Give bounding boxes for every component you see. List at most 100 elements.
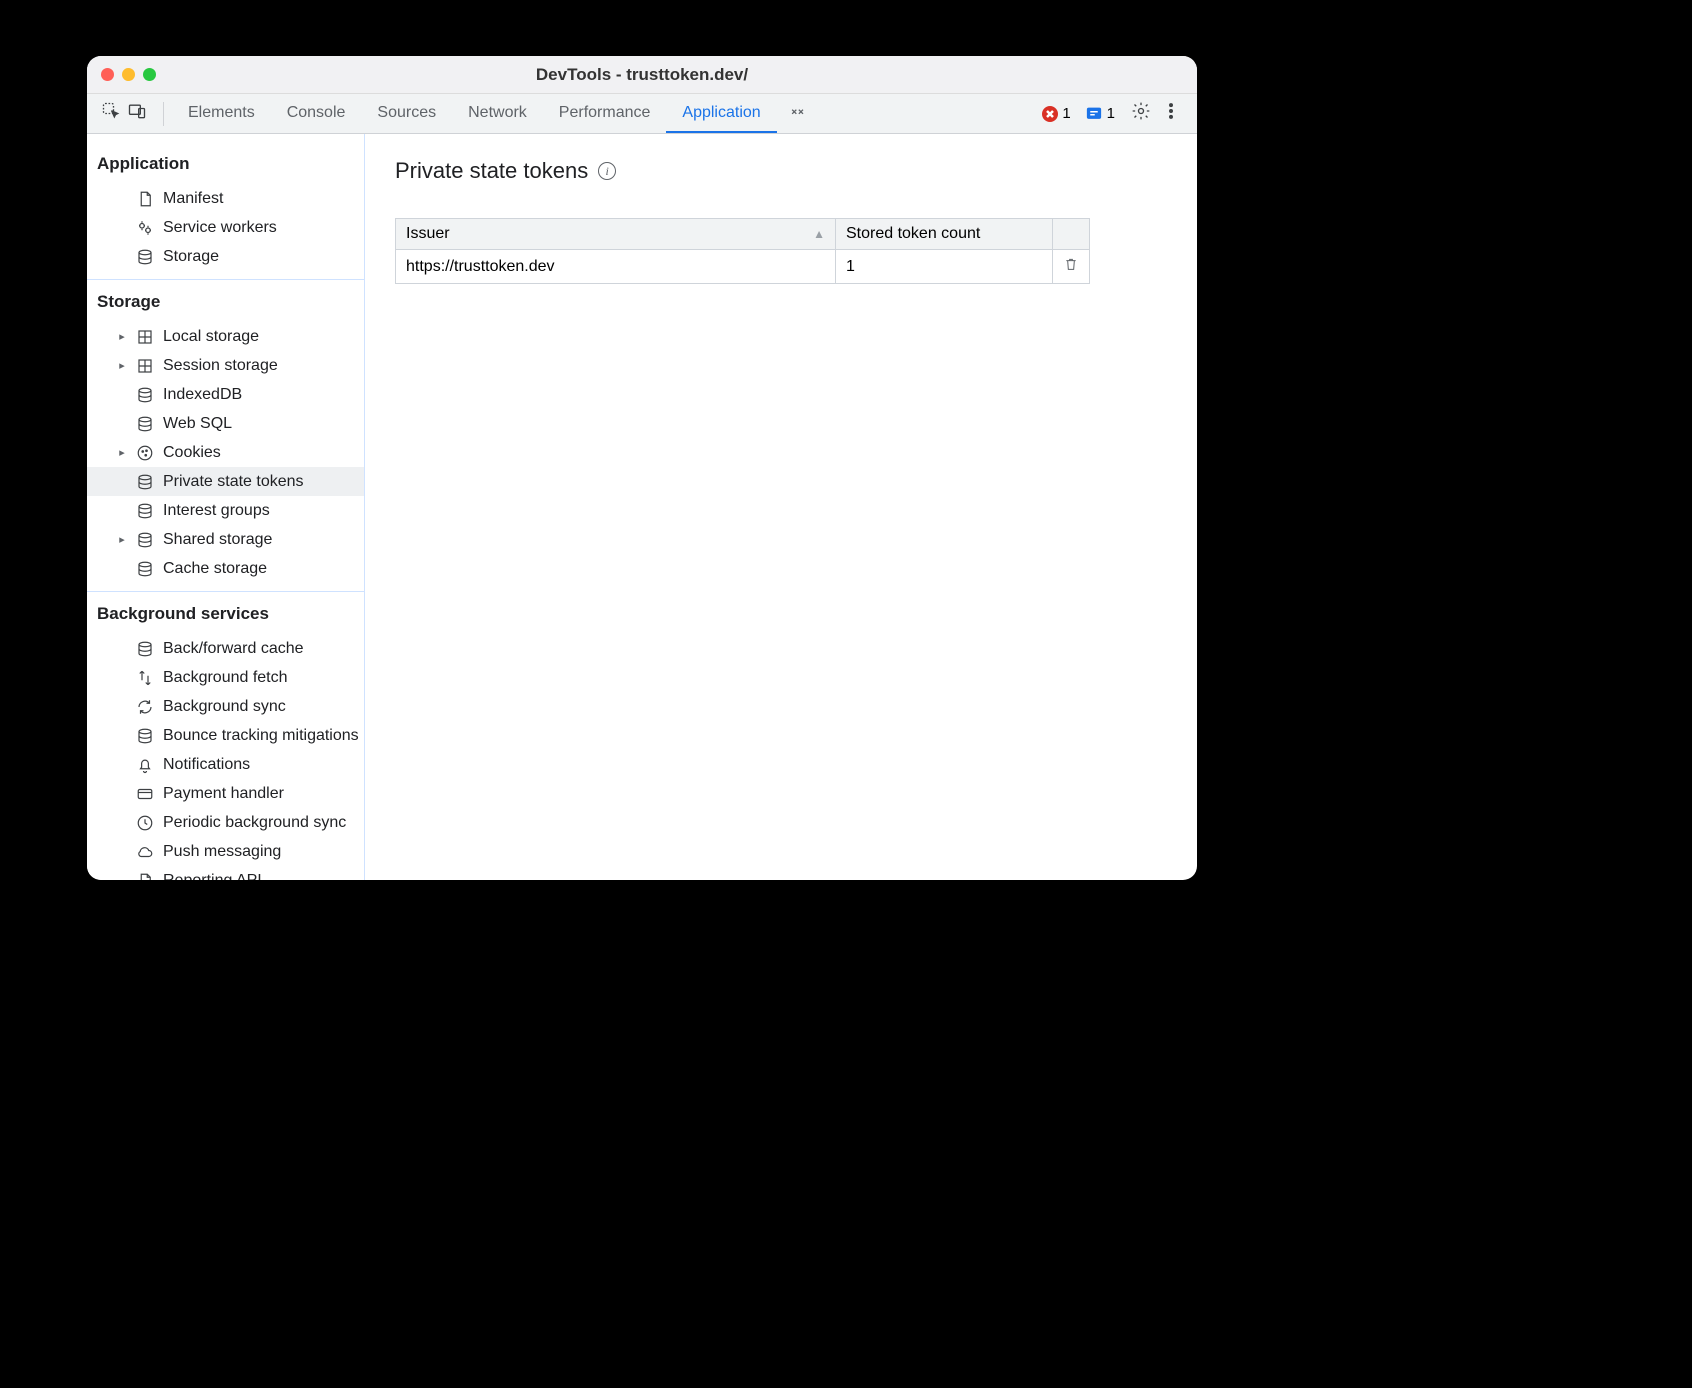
cell-count: 1 <box>836 250 1053 284</box>
table-row[interactable]: https://trusttoken.dev1 <box>396 250 1090 284</box>
expand-chevron-icon[interactable]: ▸ <box>117 533 127 546</box>
sidebar-item-interest-groups[interactable]: Interest groups <box>87 496 364 525</box>
sidebar-item-payment-handler[interactable]: Payment handler <box>87 779 364 808</box>
sidebar-item-label: Bounce tracking mitigations <box>163 727 359 745</box>
col-actions <box>1053 219 1090 250</box>
document-icon <box>135 871 155 881</box>
window-controls <box>101 68 156 81</box>
database-icon <box>135 385 155 405</box>
sidebar-item-label: Cookies <box>163 444 221 462</box>
card-icon <box>135 784 155 804</box>
sidebar-item-label: Back/forward cache <box>163 640 304 658</box>
sidebar-item-manifest[interactable]: Manifest <box>87 184 364 213</box>
database-icon <box>135 247 155 267</box>
minimize-window-button[interactable] <box>122 68 135 81</box>
database-icon <box>135 639 155 659</box>
sidebar-item-storage[interactable]: Storage <box>87 242 364 271</box>
sidebar-item-cookies[interactable]: ▸ Cookies <box>87 438 364 467</box>
more-tabs-button[interactable] <box>777 94 819 133</box>
sidebar-item-label: Service workers <box>163 219 277 237</box>
sidebar-item-service-workers[interactable]: Service workers <box>87 213 364 242</box>
issues-badge[interactable]: 1 <box>1085 105 1115 123</box>
panel-content: Private state tokens i Issuer ▲ Stored t… <box>365 134 1197 880</box>
arrows-icon <box>135 668 155 688</box>
info-icon[interactable]: i <box>598 162 616 180</box>
sidebar-item-label: Background fetch <box>163 669 288 687</box>
tab-console[interactable]: Console <box>271 94 362 133</box>
panel-tabs: Elements Console Sources Network Perform… <box>172 94 819 133</box>
sidebar-item-indexeddb[interactable]: IndexedDB <box>87 380 364 409</box>
sidebar-item-label: Private state tokens <box>163 473 304 491</box>
gears-icon <box>135 218 155 238</box>
sidebar-item-web-sql[interactable]: Web SQL <box>87 409 364 438</box>
sidebar-item-bounce-tracking-mitigations[interactable]: Bounce tracking mitigations <box>87 721 364 750</box>
cell-issuer: https://trusttoken.dev <box>396 250 836 284</box>
sidebar-item-label: Session storage <box>163 357 278 375</box>
sidebar-item-background-sync[interactable]: Background sync <box>87 692 364 721</box>
sidebar-item-periodic-background-sync[interactable]: Periodic background sync <box>87 808 364 837</box>
application-sidebar[interactable]: ApplicationManifestService workersStorag… <box>87 134 365 880</box>
sidebar-item-label: Shared storage <box>163 531 272 549</box>
bell-icon <box>135 755 155 775</box>
expand-chevron-icon[interactable]: ▸ <box>117 446 127 459</box>
sync-icon <box>135 697 155 717</box>
zoom-window-button[interactable] <box>143 68 156 81</box>
col-issuer[interactable]: Issuer ▲ <box>396 219 836 250</box>
sidebar-item-local-storage[interactable]: ▸ Local storage <box>87 322 364 351</box>
tab-application[interactable]: Application <box>666 94 776 133</box>
expand-chevron-icon[interactable]: ▸ <box>117 359 127 372</box>
database-icon <box>135 530 155 550</box>
sidebar-item-label: Manifest <box>163 190 223 208</box>
sidebar-item-label: Periodic background sync <box>163 814 346 832</box>
tokens-table: Issuer ▲ Stored token count https://trus… <box>395 218 1090 284</box>
sidebar-section-title: Storage <box>87 284 364 322</box>
database-icon <box>135 559 155 579</box>
devtools-toolbar: Elements Console Sources Network Perform… <box>87 94 1197 134</box>
database-icon <box>135 414 155 434</box>
sidebar-item-label: Payment handler <box>163 785 284 803</box>
sidebar-item-notifications[interactable]: Notifications <box>87 750 364 779</box>
clock-icon <box>135 813 155 833</box>
sidebar-item-private-state-tokens[interactable]: Private state tokens <box>87 467 364 496</box>
close-window-button[interactable] <box>101 68 114 81</box>
tab-network[interactable]: Network <box>452 94 543 133</box>
expand-chevron-icon[interactable]: ▸ <box>117 330 127 343</box>
sidebar-item-label: Cache storage <box>163 560 267 578</box>
delete-row-button[interactable] <box>1053 250 1090 284</box>
issues-count: 1 <box>1107 105 1115 122</box>
sidebar-item-cache-storage[interactable]: Cache storage <box>87 554 364 583</box>
sidebar-item-session-storage[interactable]: ▸ Session storage <box>87 351 364 380</box>
grid-icon <box>135 356 155 376</box>
sidebar-item-label: Storage <box>163 248 219 266</box>
sidebar-item-shared-storage[interactable]: ▸ Shared storage <box>87 525 364 554</box>
tab-performance[interactable]: Performance <box>543 94 667 133</box>
col-count[interactable]: Stored token count <box>836 219 1053 250</box>
sidebar-item-label: Interest groups <box>163 502 270 520</box>
devtools-body: ApplicationManifestService workersStorag… <box>87 134 1197 880</box>
error-count: 1 <box>1062 105 1070 122</box>
sidebar-item-background-fetch[interactable]: Background fetch <box>87 663 364 692</box>
kebab-menu-icon[interactable] <box>1161 101 1181 126</box>
sidebar-section-title: Background services <box>87 596 364 634</box>
device-toggle-icon[interactable] <box>127 101 147 126</box>
database-icon <box>135 501 155 521</box>
settings-icon[interactable] <box>1131 101 1151 126</box>
cookie-icon <box>135 443 155 463</box>
titlebar: DevTools - trusttoken.dev/ <box>87 56 1197 94</box>
sidebar-item-label: Background sync <box>163 698 286 716</box>
sidebar-item-label: Reporting API <box>163 872 262 881</box>
sidebar-item-back-forward-cache[interactable]: Back/forward cache <box>87 634 364 663</box>
sidebar-item-label: IndexedDB <box>163 386 242 404</box>
inspect-element-icon[interactable] <box>101 101 121 126</box>
sidebar-item-push-messaging[interactable]: Push messaging <box>87 837 364 866</box>
sidebar-item-label: Local storage <box>163 328 259 346</box>
database-icon <box>135 472 155 492</box>
sidebar-item-reporting-api[interactable]: Reporting API <box>87 866 364 880</box>
tab-elements[interactable]: Elements <box>172 94 271 133</box>
error-badge[interactable]: 1 <box>1042 105 1070 122</box>
panel-heading-text: Private state tokens <box>395 158 588 184</box>
sidebar-item-label: Push messaging <box>163 843 281 861</box>
devtools-window: DevTools - trusttoken.dev/ Elements Cons… <box>87 56 1197 880</box>
tab-sources[interactable]: Sources <box>361 94 452 133</box>
sort-asc-icon: ▲ <box>813 227 825 241</box>
